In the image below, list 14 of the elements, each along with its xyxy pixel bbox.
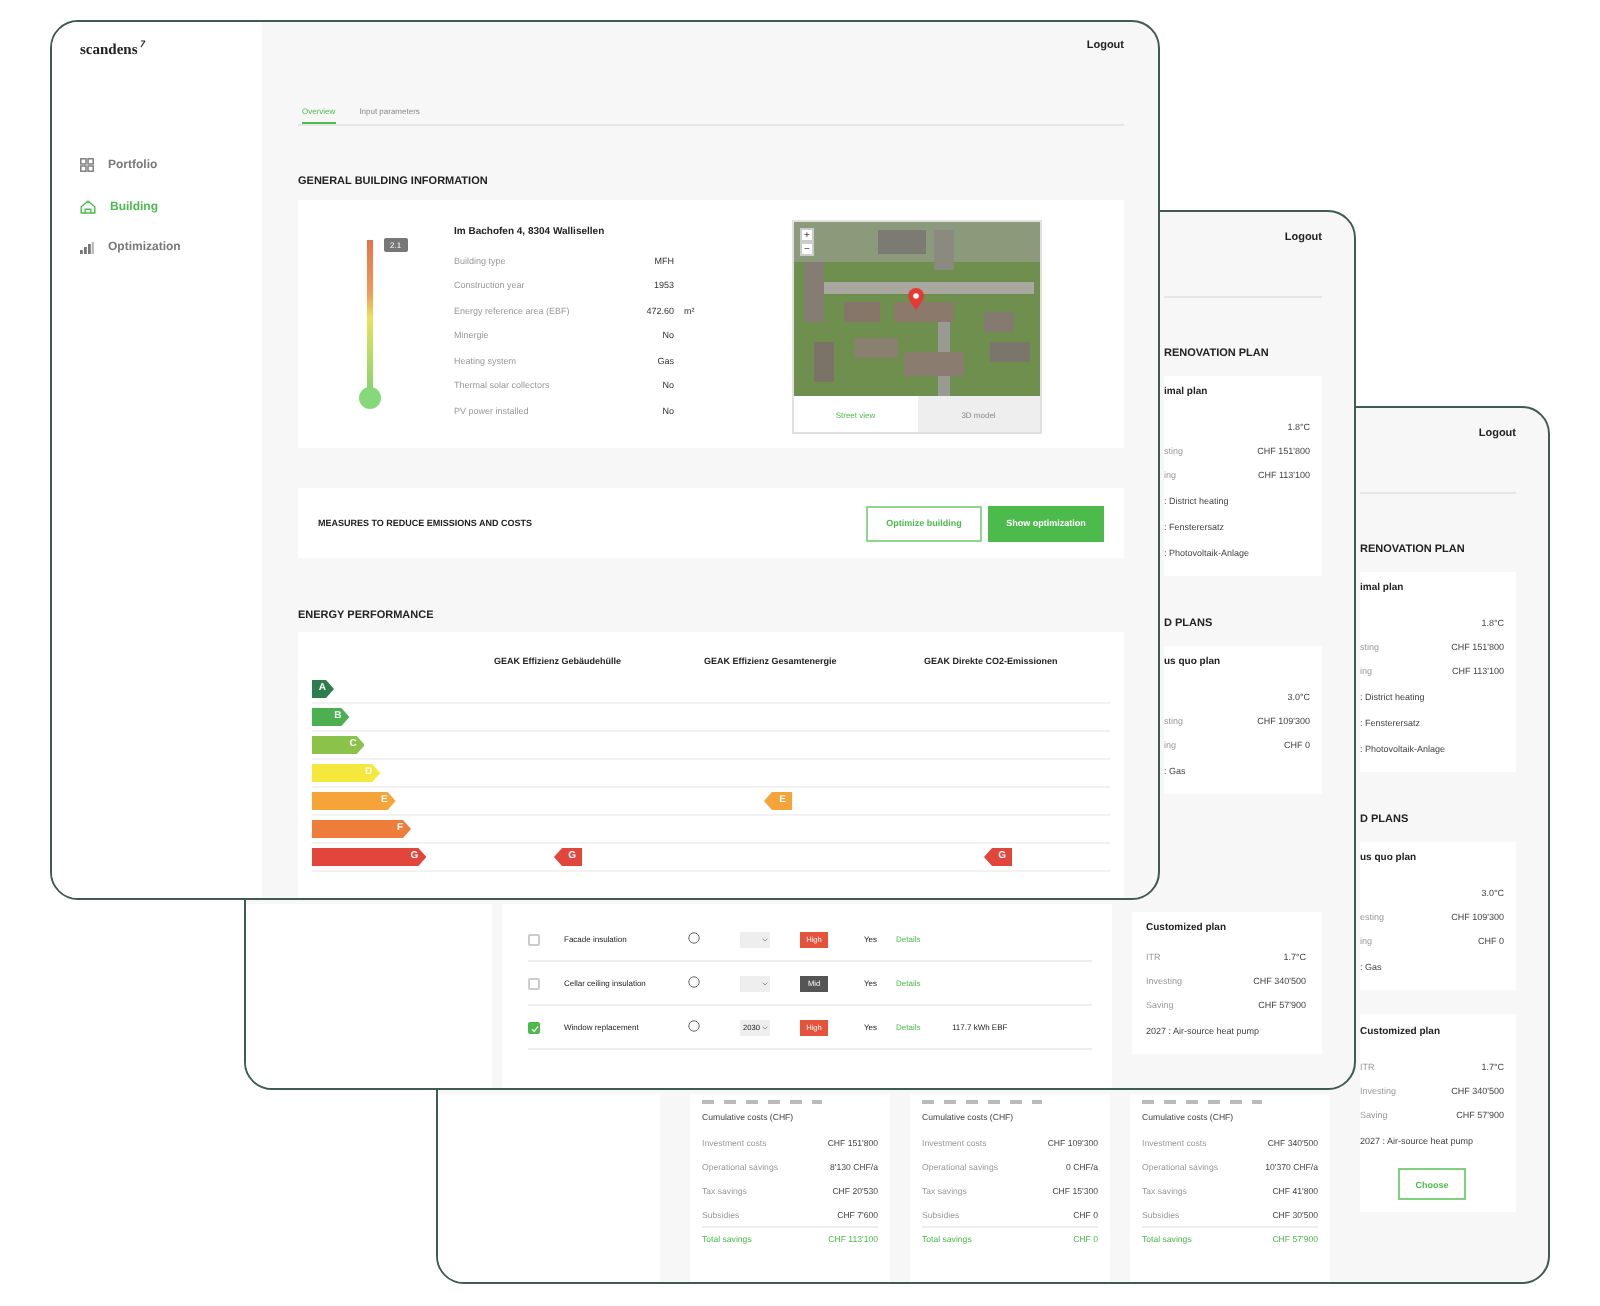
logo-mark-icon <box>139 40 146 48</box>
grid-icon <box>80 158 94 172</box>
chart-axis-drawing <box>922 1100 1042 1106</box>
chart-axis-drawing <box>702 1100 822 1106</box>
map-pin-icon <box>908 288 924 310</box>
info-icon[interactable] <box>688 1020 700 1032</box>
checkbox[interactable] <box>528 1021 540 1033</box>
checkbox[interactable] <box>528 977 540 989</box>
chart-axis-drawing <box>1142 1100 1262 1106</box>
info-icon[interactable] <box>688 932 700 944</box>
info-icon[interactable] <box>688 976 700 988</box>
bar-chart-icon <box>80 242 94 254</box>
checkbox[interactable] <box>528 933 540 945</box>
house-icon <box>80 200 96 214</box>
